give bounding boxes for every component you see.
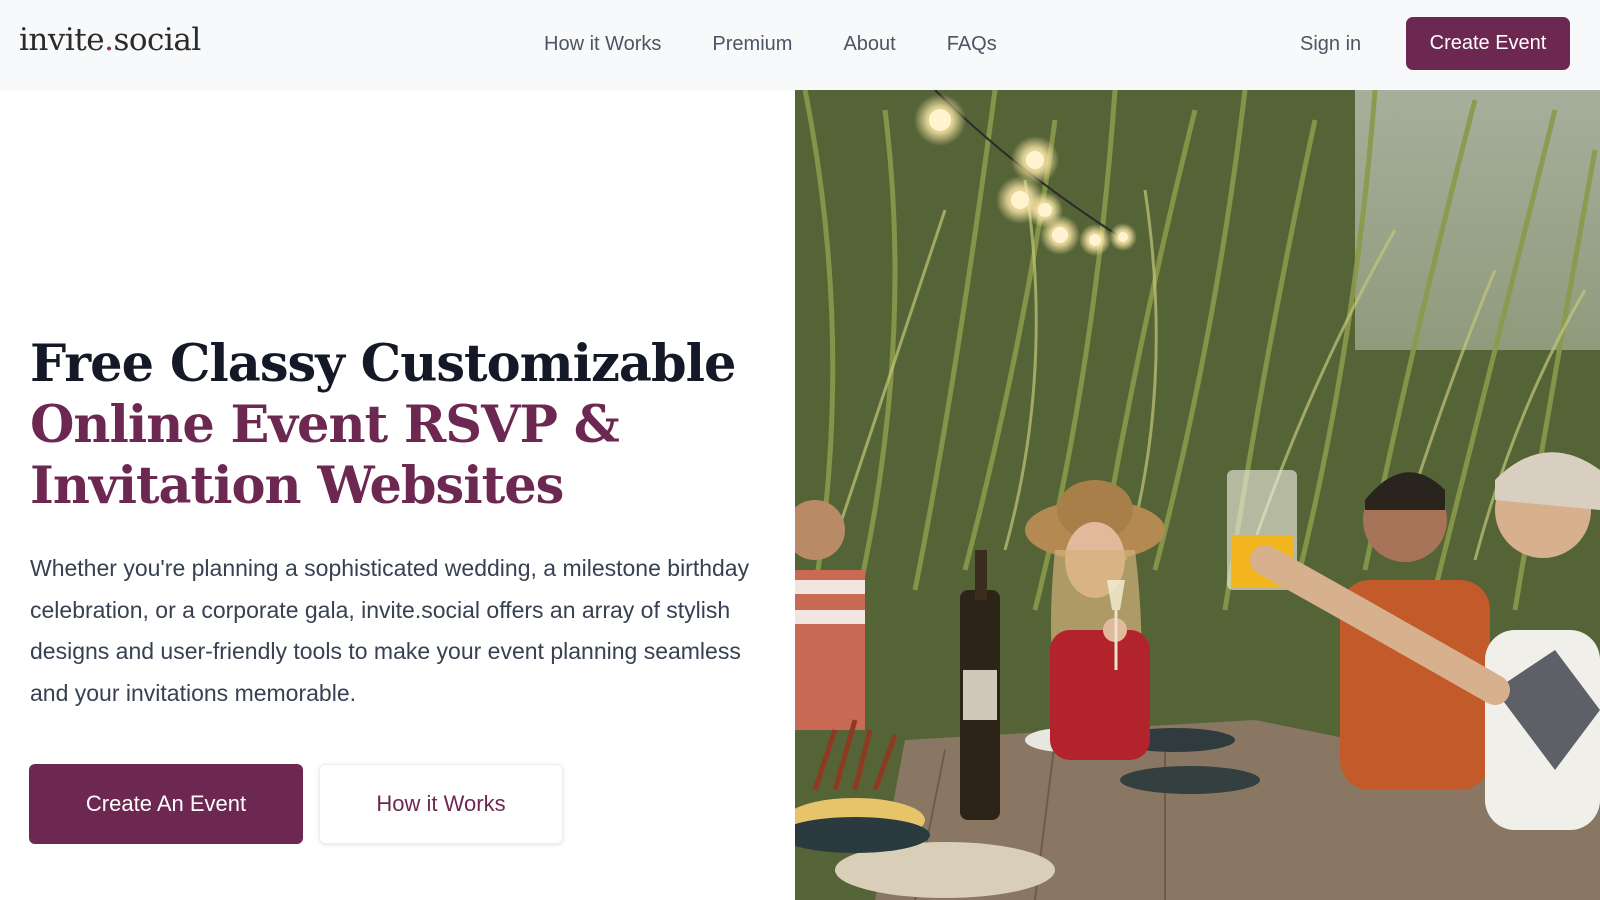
how-it-works-button[interactable]: How it Works [319, 764, 563, 844]
create-an-event-button[interactable]: Create An Event [29, 764, 303, 844]
nav-link-how-it-works[interactable]: How it Works [544, 31, 661, 57]
headline-line-1: Free Classy Customizable [30, 334, 736, 394]
nav-link-about[interactable]: About [843, 31, 895, 57]
party-photo [795, 90, 1600, 900]
top-navigation-bar: invite. social How it Works Premium About… [0, 0, 1600, 90]
sign-in-link[interactable]: Sign in [1300, 31, 1361, 57]
party-photo-illustration [795, 90, 1600, 900]
logo-text-social: social [113, 22, 201, 58]
logo-dot: . [104, 22, 114, 58]
headline-line-2: Online Event RSVP & [30, 395, 620, 455]
nav-link-premium[interactable]: Premium [712, 31, 792, 57]
main-nav: How it Works Premium About FAQs [544, 31, 1048, 57]
logo-text-invite: invite [19, 22, 105, 58]
hero-headline: Free Classy Customizable Online Event RS… [30, 334, 770, 517]
hero-description: Whether you're planning a sophisticated … [30, 555, 750, 706]
headline-line-3: Invitation Websites [30, 456, 564, 516]
create-event-button[interactable]: Create Event [1406, 17, 1570, 70]
nav-link-faqs[interactable]: FAQs [947, 31, 997, 57]
site-logo[interactable]: invite. social [19, 22, 201, 58]
